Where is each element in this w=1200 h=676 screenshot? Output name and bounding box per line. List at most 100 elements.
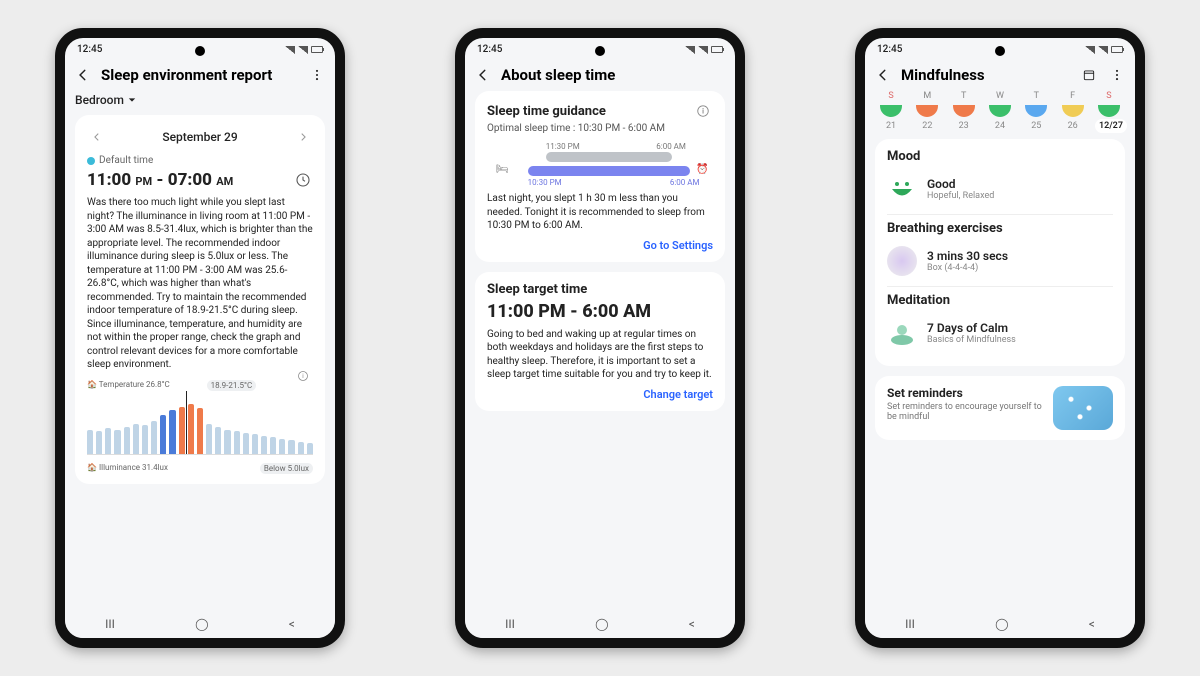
guidance-card: Sleep time guidance i Optimal sleep time… xyxy=(475,91,725,262)
page-title: About sleep time xyxy=(501,66,727,84)
signal-icon xyxy=(685,46,695,54)
page-title: Mindfulness xyxy=(901,66,1071,84)
prev-day-button[interactable] xyxy=(87,127,107,147)
breathing-value: 3 mins 30 secs xyxy=(927,249,1008,263)
chart-bar xyxy=(142,425,148,454)
chart-bar xyxy=(197,408,203,454)
meditation-icon xyxy=(887,318,917,348)
android-nav: III ◯ < xyxy=(65,610,335,638)
home-button[interactable]: ◯ xyxy=(195,617,208,631)
back-icon[interactable] xyxy=(473,65,493,85)
chart-bar xyxy=(243,433,249,454)
back-button[interactable]: < xyxy=(1089,617,1095,631)
recents-button[interactable]: III xyxy=(905,617,915,631)
mood-row[interactable]: Good Hopeful, Relaxed xyxy=(887,166,1113,212)
breathing-title: Breathing exercises xyxy=(887,221,1003,236)
reminders-body: Set reminders to encourage yourself to b… xyxy=(887,402,1045,422)
meditation-value: 7 Days of Calm xyxy=(927,321,1016,335)
room-dropdown[interactable]: Bedroom xyxy=(75,91,325,115)
header: About sleep time xyxy=(465,55,735,91)
summary-card: Mood Good Hopeful, Relaxed Breathing exe… xyxy=(875,139,1125,366)
home-button[interactable]: ◯ xyxy=(595,617,608,631)
room-dropdown-label: Bedroom xyxy=(75,93,124,107)
weekday-row: SMTWTFS xyxy=(875,91,1125,105)
target-title: Sleep target time xyxy=(487,282,587,297)
time-range: 11:00 PM - 07:00 AM xyxy=(87,170,233,190)
reminders-card[interactable]: Set reminders Set reminders to encourage… xyxy=(875,376,1125,440)
header: Mindfulness xyxy=(865,55,1135,91)
battery-icon xyxy=(711,46,723,53)
report-card: September 29 Default time 11:00 PM - 07:… xyxy=(75,115,325,484)
status-icons xyxy=(285,46,323,54)
chart-bar xyxy=(169,410,175,453)
mood-title: Mood xyxy=(887,149,920,164)
reminders-title: Set reminders xyxy=(887,386,1045,400)
more-icon[interactable] xyxy=(307,65,327,85)
chart-bar xyxy=(215,427,221,454)
target-time: 11:00 PM - 6:00 AM xyxy=(487,301,713,322)
phone-mindfulness: 12:45 Mindfulness SMTWTFS 21222324252612… xyxy=(855,28,1145,648)
default-time-tag: Default time xyxy=(87,155,313,166)
chart-bar xyxy=(279,439,285,454)
guidance-sub: Optimal sleep time : 10:30 PM - 6:00 AM xyxy=(487,123,713,134)
chart-legend-bottom: 🏠 Illuminance 31.4lux Below 5.0lux xyxy=(87,463,313,474)
status-time: 12:45 xyxy=(77,44,102,55)
date-nav: September 29 xyxy=(87,125,313,155)
chart-bar xyxy=(234,431,240,454)
optimal-bar xyxy=(528,166,691,176)
info-icon[interactable]: i xyxy=(693,101,713,121)
target-card: Sleep target time 11:00 PM - 6:00 AM Goi… xyxy=(475,272,725,411)
android-nav: III ◯ < xyxy=(865,610,1135,638)
chart-bar xyxy=(114,430,120,454)
chart-bar xyxy=(188,404,194,453)
environment-chart xyxy=(87,395,313,455)
target-body: Going to bed and waking up at regular ti… xyxy=(487,328,713,382)
back-icon[interactable] xyxy=(73,65,93,85)
go-settings-link[interactable]: Go to Settings xyxy=(487,233,713,252)
chart-bar xyxy=(261,436,267,454)
dot-icon xyxy=(87,157,95,165)
wifi-icon xyxy=(698,46,708,54)
bed-icon: 🛏 xyxy=(496,164,509,175)
chart-bar xyxy=(87,430,93,454)
actual-bar xyxy=(546,152,673,162)
signal-icon xyxy=(1085,46,1095,54)
change-target-link[interactable]: Change target xyxy=(487,382,713,401)
chart-bar xyxy=(206,424,212,454)
mood-sub: Hopeful, Relaxed xyxy=(927,191,994,201)
chart-bar xyxy=(270,437,276,454)
status-icons xyxy=(1085,46,1123,54)
chart-bar xyxy=(96,431,102,454)
chart-bar xyxy=(179,407,185,454)
date-row[interactable]: 21222324252612/27 xyxy=(875,119,1125,139)
android-nav: III ◯ < xyxy=(465,610,735,638)
breathing-row[interactable]: 3 mins 30 secs Box (4-4-4-4) xyxy=(887,238,1113,284)
calendar-icon[interactable] xyxy=(1079,65,1099,85)
chart-bar xyxy=(160,415,166,454)
mood-icon xyxy=(887,174,917,204)
meditation-row[interactable]: 7 Days of Calm Basics of Mindfulness xyxy=(887,310,1113,356)
recents-button[interactable]: III xyxy=(105,617,115,631)
status-icons xyxy=(685,46,723,54)
recents-button[interactable]: III xyxy=(505,617,515,631)
chart-bar xyxy=(224,430,230,454)
back-icon[interactable] xyxy=(873,65,893,85)
chart-bar xyxy=(124,427,130,454)
svg-text:i: i xyxy=(302,373,304,380)
clock-icon[interactable] xyxy=(293,170,313,190)
more-icon[interactable] xyxy=(1107,65,1127,85)
back-button[interactable]: < xyxy=(689,617,695,631)
battery-icon xyxy=(1111,46,1123,53)
home-button[interactable]: ◯ xyxy=(995,617,1008,631)
back-button[interactable]: < xyxy=(289,617,295,631)
mood-smile-row xyxy=(875,105,1125,119)
phone-about-sleep: 12:45 About sleep time Sleep time guidan… xyxy=(455,28,745,648)
chart-bar xyxy=(298,442,304,454)
meditation-sub: Basics of Mindfulness xyxy=(927,335,1016,345)
next-day-button[interactable] xyxy=(293,127,313,147)
guidance-body: Last night, you slept 1 h 30 m less than… xyxy=(487,192,713,233)
mood-value: Good xyxy=(927,177,994,191)
page-title: Sleep environment report xyxy=(101,66,299,84)
wifi-icon xyxy=(298,46,308,54)
info-icon[interactable]: i xyxy=(293,366,313,386)
